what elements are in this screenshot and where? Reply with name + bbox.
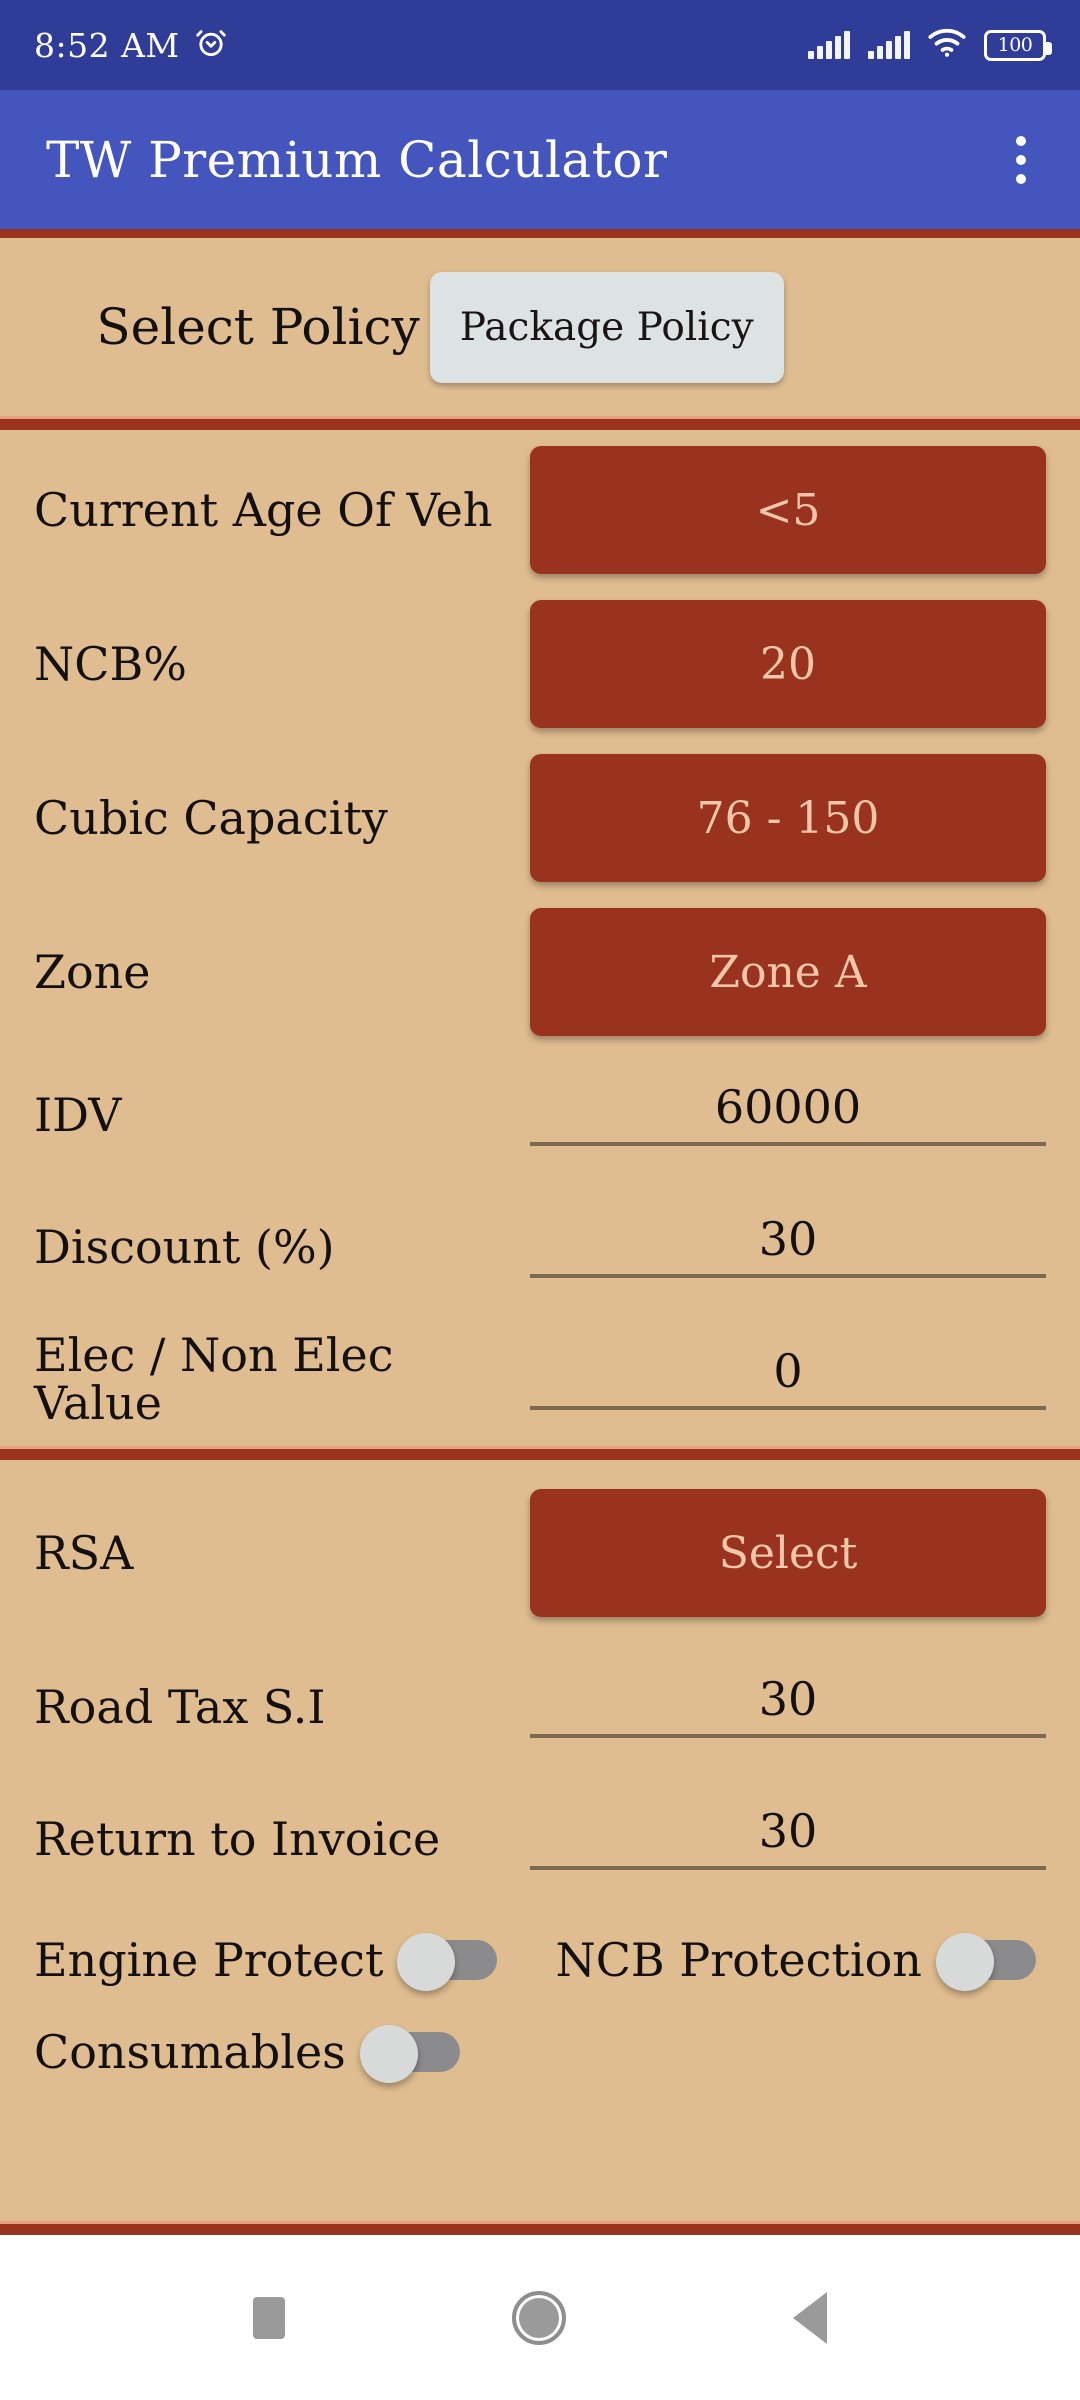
row-idv: IDV 60000 <box>34 1062 1046 1168</box>
field-rsa: Select <box>504 1489 1046 1617</box>
label-cubic-capacity: Cubic Capacity <box>34 790 388 845</box>
row-cubic-capacity: Cubic Capacity 76 - 150 <box>34 754 1046 882</box>
row-ncb-percent: NCB% 20 <box>34 600 1046 728</box>
switch-ncb-protection[interactable] <box>935 1933 1036 1991</box>
toggle-line-2: Consumables <box>34 2006 1046 2098</box>
input-elec-value[interactable]: 0 <box>530 1348 1046 1410</box>
underline-elec-value <box>530 1406 1046 1410</box>
divider-policy <box>0 416 1080 430</box>
phone-screen: 8:52 AM 100 TW Premium Calculator Select… <box>0 0 1080 2400</box>
main-content: Select Policy Package Policy Current Age… <box>0 238 1080 2235</box>
divider-bottom <box>0 2221 1080 2235</box>
addons-section: RSA Select Road Tax S.I 30 Return to Inv… <box>0 1460 1080 1898</box>
value-idv: 60000 <box>714 1080 862 1134</box>
value-return-to-invoice: 30 <box>758 1804 818 1858</box>
field-current-age: <5 <box>504 446 1046 574</box>
app-bar: TW Premium Calculator <box>0 90 1080 238</box>
status-bar-right: 100 <box>808 28 1052 62</box>
battery-icon: 100 <box>984 29 1052 61</box>
toggle-ncb-protection[interactable]: NCB Protection <box>555 1933 1036 1991</box>
label-elec-value: Elec / Non Elec Value <box>34 1327 394 1430</box>
field-return-to-invoice: 30 <box>504 1808 1046 1870</box>
status-bar: 8:52 AM 100 <box>0 0 1080 90</box>
select-policy-label: Select Policy <box>96 298 420 356</box>
input-discount[interactable]: 30 <box>530 1216 1046 1278</box>
underline-discount <box>530 1274 1046 1278</box>
status-bar-left: 8:52 AM <box>34 26 228 65</box>
label-engine-protect: Engine Protect <box>34 1933 384 1987</box>
field-cubic-capacity: 76 - 150 <box>504 754 1046 882</box>
circle-home-icon[interactable] <box>511 2290 566 2345</box>
value-elec-value: 0 <box>773 1344 803 1398</box>
page-title: TW Premium Calculator <box>46 130 668 189</box>
dropdown-rsa[interactable]: Select <box>530 1489 1046 1617</box>
value-discount: 30 <box>758 1212 818 1266</box>
switch-consumables[interactable] <box>359 2025 460 2083</box>
row-return-to-invoice: Return to Invoice 30 <box>34 1786 1046 1892</box>
square-recents-icon[interactable] <box>253 2296 286 2339</box>
label-current-age: Current Age Of Veh <box>34 482 493 537</box>
battery-level: 100 <box>997 33 1033 56</box>
field-elec-value: 0 <box>504 1348 1046 1410</box>
row-current-age: Current Age Of Veh <5 <box>34 446 1046 574</box>
dropdown-ncb-percent[interactable]: 20 <box>530 600 1046 728</box>
field-idv: 60000 <box>504 1084 1046 1146</box>
label-rsa: RSA <box>34 1525 134 1580</box>
input-return-to-invoice[interactable]: 30 <box>530 1808 1046 1870</box>
label-idv: IDV <box>34 1087 122 1142</box>
row-discount: Discount (%) 30 <box>34 1194 1046 1300</box>
label-consumables: Consumables <box>34 2025 346 2079</box>
label-ncb-protection: NCB Protection <box>555 1933 922 1987</box>
wifi-icon <box>928 28 966 62</box>
dropdown-zone[interactable]: Zone A <box>530 908 1046 1036</box>
signal-bars-sim1-icon <box>808 31 850 59</box>
system-nav-bar <box>0 2235 1080 2400</box>
row-road-tax: Road Tax S.I 30 <box>34 1654 1046 1760</box>
field-ncb-percent: 20 <box>504 600 1046 728</box>
toggle-consumables[interactable]: Consumables <box>34 2025 460 2083</box>
overflow-menu-icon[interactable] <box>1006 124 1036 196</box>
underline-return-to-invoice <box>530 1866 1046 1870</box>
addon-toggles: Engine Protect NCB Protection Consumable… <box>0 1898 1080 2098</box>
toggle-engine-protect[interactable]: Engine Protect <box>34 1933 498 1991</box>
dropdown-current-age[interactable]: <5 <box>530 446 1046 574</box>
vehicle-details-section: Current Age Of Veh <5 NCB% 20 Cubic Capa… <box>0 430 1080 1446</box>
signal-bars-sim2-icon <box>868 31 910 59</box>
row-zone: Zone Zone A <box>34 908 1046 1036</box>
select-policy-row: Select Policy Package Policy <box>0 238 1080 416</box>
status-time: 8:52 AM <box>34 25 180 65</box>
input-idv[interactable]: 60000 <box>530 1084 1046 1146</box>
field-discount: 30 <box>504 1216 1046 1278</box>
field-zone: Zone A <box>504 908 1046 1036</box>
row-elec-value: Elec / Non Elec Value 0 <box>34 1326 1046 1432</box>
switch-engine-protect[interactable] <box>397 1933 498 1991</box>
input-road-tax[interactable]: 30 <box>530 1676 1046 1738</box>
divider-addons <box>0 1446 1080 1460</box>
underline-road-tax <box>530 1734 1046 1738</box>
value-road-tax: 30 <box>758 1672 818 1726</box>
label-return-to-invoice: Return to Invoice <box>34 1811 441 1866</box>
triangle-back-icon[interactable] <box>792 2291 827 2344</box>
label-road-tax: Road Tax S.I <box>34 1679 326 1734</box>
alarm-icon <box>194 26 228 64</box>
label-discount: Discount (%) <box>34 1219 335 1274</box>
row-rsa: RSA Select <box>34 1478 1046 1628</box>
dropdown-cubic-capacity[interactable]: 76 - 150 <box>530 754 1046 882</box>
policy-type-button[interactable]: Package Policy <box>429 271 784 383</box>
label-ncb-percent: NCB% <box>34 636 187 691</box>
label-zone: Zone <box>34 944 151 999</box>
toggle-line-1: Engine Protect NCB Protection <box>34 1914 1046 2006</box>
underline-idv <box>530 1142 1046 1146</box>
field-road-tax: 30 <box>504 1676 1046 1738</box>
